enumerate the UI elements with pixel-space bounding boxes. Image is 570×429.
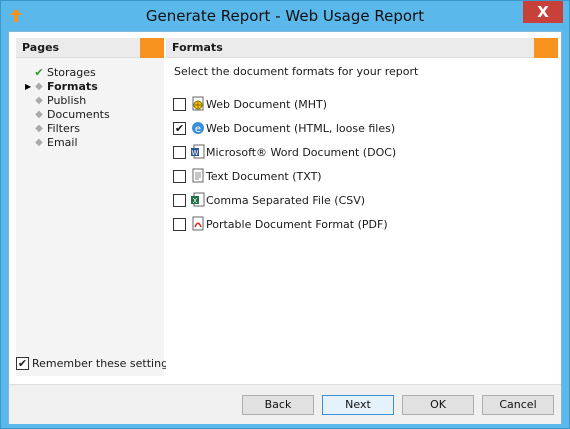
pages-header: Pages [16, 38, 164, 58]
format-item-txt[interactable]: Text Document (TXT) [173, 168, 553, 194]
text-icon [192, 168, 204, 183]
format-label: Text Document (TXT) [206, 170, 322, 183]
format-label: Web Document (HTML, loose files) [206, 122, 396, 135]
close-icon: X [537, 3, 549, 21]
sidebar-item-filters[interactable]: ◆ Filters [16, 122, 164, 136]
sidebar-item-label: Filters [47, 122, 80, 135]
close-button[interactable]: X [523, 1, 563, 23]
pages-pane: Pages ✔ Storages ▶ ◆ Formats ◆ Publish ◆… [16, 38, 164, 376]
ok-button[interactable]: OK [402, 395, 474, 415]
sidebar-item-publish[interactable]: ◆ Publish [16, 94, 164, 108]
sidebar-item-formats[interactable]: ▶ ◆ Formats [16, 80, 164, 94]
button-bar: Back Next OK Cancel [9, 384, 561, 424]
sidebar-item-label: Storages [47, 66, 96, 79]
format-label: Web Document (MHT) [206, 98, 328, 111]
bullet-icon: ◆ [35, 95, 43, 106]
remember-checkbox[interactable]: ✔ [16, 357, 29, 370]
format-label: Portable Document Format (PDF) [206, 218, 388, 231]
header-accent [534, 38, 558, 58]
formats-title: Formats [172, 41, 223, 54]
format-item-csv[interactable]: X Comma Separated File (CSV) [173, 192, 553, 218]
html-icon: e [192, 122, 204, 135]
check-icon: ✔ [34, 66, 44, 79]
pdf-icon [192, 216, 204, 231]
bullet-icon: ◆ [35, 137, 43, 148]
sidebar-item-label: Email [47, 136, 78, 149]
dialog-body: Pages ✔ Storages ▶ ◆ Formats ◆ Publish ◆… [8, 31, 562, 424]
remember-label: Remember these settings [32, 357, 174, 370]
sidebar-item-label: Formats [47, 80, 98, 93]
format-list: Web Document (MHT) ✔ e Web Document (HTM… [173, 96, 553, 242]
mht-icon [192, 96, 204, 111]
sidebar-item-label: Documents [47, 108, 110, 121]
header-accent [140, 38, 164, 58]
formats-instructions: Select the document formats for your rep… [174, 65, 419, 78]
format-checkbox[interactable] [173, 170, 186, 183]
format-item-doc[interactable]: W Microsoft® Word Document (DOC) [173, 144, 553, 170]
format-checkbox[interactable] [173, 98, 186, 111]
formats-pane: Formats Select the document formats for … [166, 38, 558, 376]
sidebar-item-email[interactable]: ◆ Email [16, 136, 164, 150]
format-item-pdf[interactable]: Portable Document Format (PDF) [173, 216, 553, 242]
title-bar[interactable]: Generate Report - Web Usage Report X [1, 1, 569, 31]
format-item-html[interactable]: ✔ e Web Document (HTML, loose files) [173, 122, 553, 146]
sidebar-item-storages[interactable]: ✔ Storages [16, 66, 164, 80]
svg-text:e: e [195, 124, 201, 135]
pages-list: ✔ Storages ▶ ◆ Formats ◆ Publish ◆ Docum… [16, 66, 164, 150]
bullet-icon: ◆ [35, 81, 43, 92]
cancel-button[interactable]: Cancel [482, 395, 554, 415]
window-title: Generate Report - Web Usage Report [145, 7, 425, 25]
report-dialog: Generate Report - Web Usage Report X Pag… [0, 0, 570, 429]
bullet-icon: ◆ [35, 123, 43, 134]
next-button[interactable]: Next [322, 395, 394, 415]
word-icon: W [191, 144, 205, 159]
svg-text:X: X [193, 197, 198, 205]
format-checkbox[interactable] [173, 146, 186, 159]
formats-header: Formats [166, 38, 558, 58]
format-checkbox[interactable]: ✔ [173, 122, 186, 135]
bullet-icon: ◆ [35, 109, 43, 120]
format-item-mht[interactable]: Web Document (MHT) [173, 96, 553, 122]
format-label: Comma Separated File (CSV) [206, 194, 366, 207]
sidebar-item-label: Publish [47, 94, 87, 107]
svg-text:W: W [192, 149, 199, 157]
sidebar-item-documents[interactable]: ◆ Documents [16, 108, 164, 122]
back-button[interactable]: Back [242, 395, 314, 415]
format-checkbox[interactable] [173, 194, 186, 207]
csv-icon: X [191, 192, 205, 207]
format-label: Microsoft® Word Document (DOC) [206, 146, 397, 159]
pages-title: Pages [22, 41, 60, 54]
format-checkbox[interactable] [173, 218, 186, 231]
current-arrow-icon: ▶ [25, 82, 32, 91]
